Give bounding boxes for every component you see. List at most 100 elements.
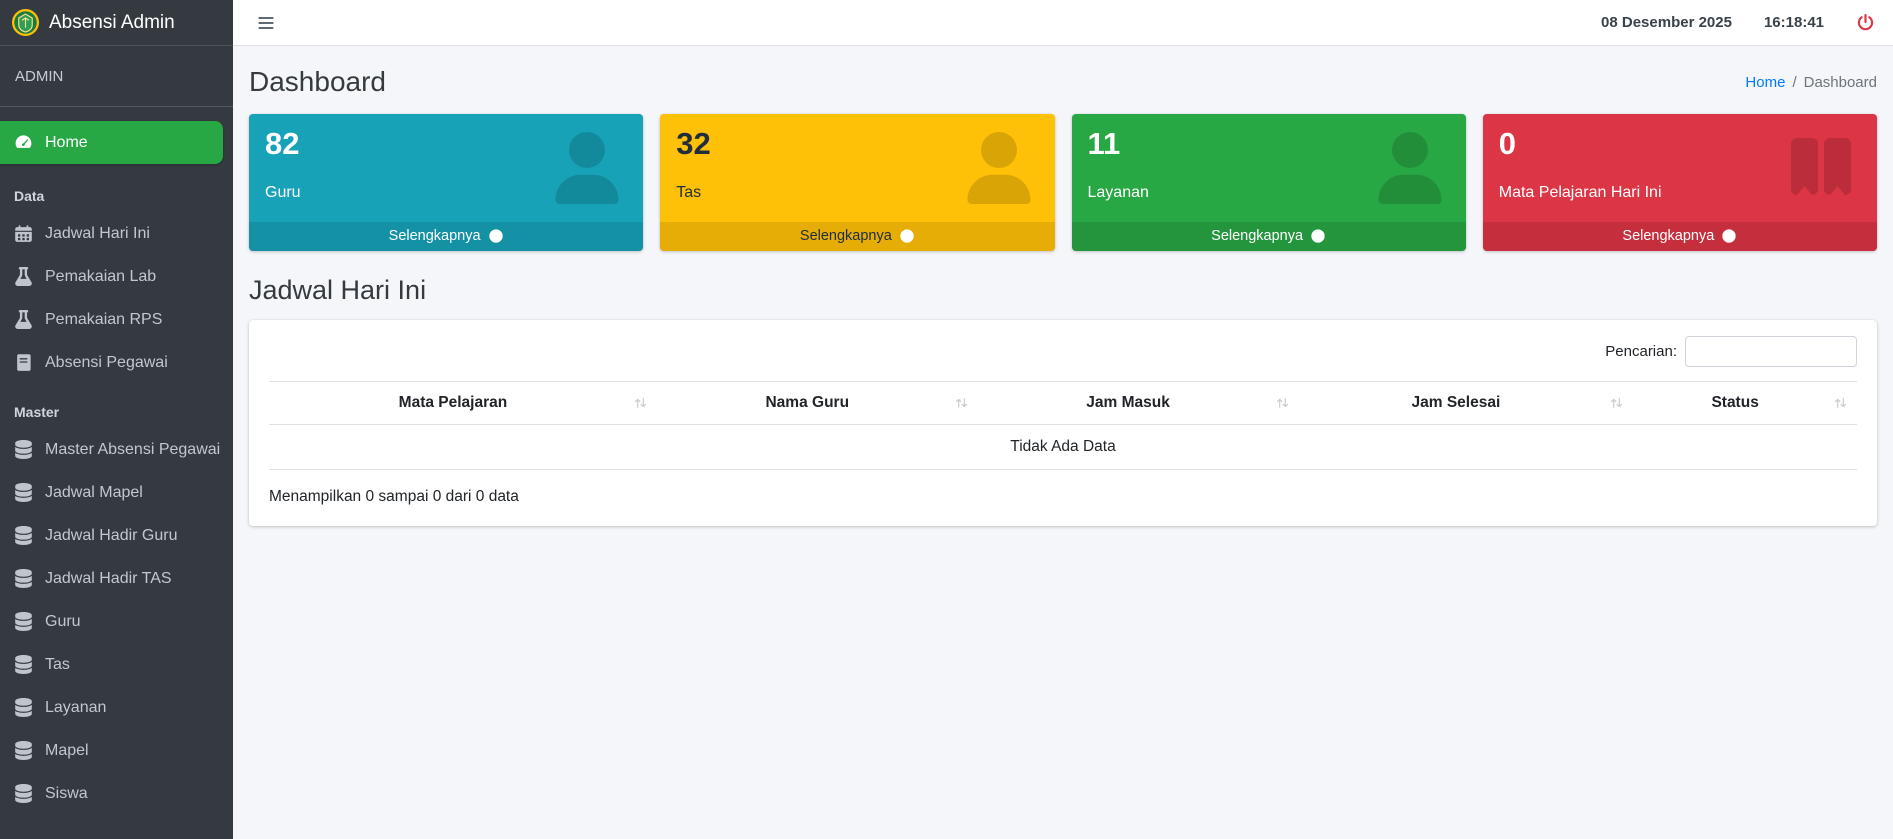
nav-section-master: Master [0,384,233,428]
breadcrumb-separator: / [1792,74,1796,91]
sort-icon [1608,394,1625,411]
sidebar-item-jadwal-mapel[interactable]: Jadwal Mapel [0,471,233,514]
more-link-tas[interactable]: Selengkapnya [660,222,1054,251]
sidebar-item-tas[interactable]: Tas [0,643,233,686]
user-icon [963,132,1035,204]
topbar-right: 08 Desember 2025 16:18:41 [1601,13,1875,32]
database-icon [14,698,33,717]
more-link-guru[interactable]: Selengkapnya [249,222,643,251]
sidebar-item-mapel[interactable]: Mapel [0,729,233,772]
sidebar-item-label: Layanan [45,699,106,717]
app-logo-icon [12,9,39,36]
current-date: 08 Desember 2025 [1601,14,1732,31]
page-title: Dashboard [249,66,386,98]
sidebar-nav: Home Data Jadwal Hari Ini Pemakaian Lab … [0,107,233,839]
sidebar-item-jadwal-hari-ini[interactable]: Jadwal Hari Ini [0,212,233,255]
current-time: 16:18:41 [1764,14,1824,31]
nav-section-data: Data [0,168,233,212]
table-info-text: Menampilkan 0 sampai 0 dari 0 data [269,488,1857,506]
sort-icon [1274,394,1291,411]
column-header-status[interactable]: Status [1633,381,1857,424]
sidebar-item-label: Absensi Pegawai [45,354,168,372]
column-header-mata-pelajaran[interactable]: Mata Pelajaran [269,381,657,424]
schedule-section-title: Jadwal Hari Ini [249,275,1877,306]
sidebar-item-label: Tas [45,656,70,674]
column-header-nama-guru[interactable]: Nama Guru [657,381,978,424]
stat-card-guru: 82 Guru Selengkapnya [249,114,643,251]
sidebar-item-label: Jadwal Hadir Guru [45,527,178,545]
schedule-table: Mata Pelajaran Nama Guru Jam Masuk [269,381,1857,470]
sort-icon [632,394,649,411]
database-icon [14,784,33,803]
stat-card-mata-pelajaran: 0 Mata Pelajaran Hari Ini Selengkapnya [1483,114,1877,251]
sidebar-item-layanan[interactable]: Layanan [0,686,233,729]
database-icon [14,526,33,545]
sidebar-item-jadwal-hadir-tas[interactable]: Jadwal Hadir TAS [0,557,233,600]
sidebar-item-siswa[interactable]: Siswa [0,772,233,815]
sidebar-item-label: Home [45,134,88,152]
sidebar-item-absensi-pegawai[interactable]: Absensi Pegawai [0,341,233,384]
sidebar-item-label: Jadwal Hari Ini [45,225,150,243]
search-label: Pencarian: [1605,343,1677,360]
calendar-icon [14,224,33,243]
sidebar-item-home[interactable]: Home [0,121,223,164]
user-icon [551,132,623,204]
database-icon [14,741,33,760]
main-wrapper: 08 Desember 2025 16:18:41 Dashboard Home… [233,0,1893,839]
more-link-layanan[interactable]: Selengkapnya [1072,222,1466,251]
schedule-panel: Pencarian: Mata Pelajaran Nama Guru [249,320,1877,526]
sidebar-item-jadwal-hadir-guru[interactable]: Jadwal Hadir Guru [0,514,233,557]
sidebar-item-master-absensi-pegawai[interactable]: Master Absensi Pegawai [0,428,233,471]
sidebar: Absensi Admin ADMIN Home Data Jadwal Har… [0,0,233,839]
column-header-jam-masuk[interactable]: Jam Masuk [978,381,1299,424]
sidebar-toggle-icon[interactable] [255,14,277,32]
sidebar-item-label: Siswa [45,785,88,803]
database-icon [14,612,33,631]
search-row: Pencarian: [269,336,1857,367]
breadcrumb-current: Dashboard [1804,74,1877,91]
sidebar-item-pemakaian-lab[interactable]: Pemakaian Lab [0,255,233,298]
user-icon [1374,132,1446,204]
stat-card-tas: 32 Tas Selengkapnya [660,114,1054,251]
database-icon [14,655,33,674]
stat-cards-row: 82 Guru Selengkapnya 32 Tas Selengkapnya [249,114,1877,251]
sidebar-item-pemakaian-rps[interactable]: Pemakaian RPS [0,298,233,341]
flask-icon [14,267,33,286]
search-input[interactable] [1685,336,1857,367]
content-area: Dashboard Home / Dashboard 82 Guru Selen… [233,46,1893,839]
empty-row: Tidak Ada Data [269,424,1857,469]
tachometer-icon [14,133,33,152]
arrow-circle-right-icon [1310,228,1326,244]
table-header-row: Mata Pelajaran Nama Guru Jam Masuk [269,381,1857,424]
sidebar-item-label: Jadwal Hadir TAS [45,570,172,588]
sidebar-item-label: Master Absensi Pegawai [45,441,220,459]
column-header-jam-selesai[interactable]: Jam Selesai [1299,381,1634,424]
sort-icon [1832,394,1849,411]
flask-icon [14,310,33,329]
database-icon [14,483,33,502]
sidebar-item-label: Pemakaian RPS [45,311,162,329]
database-icon [14,440,33,459]
user-panel: ADMIN [0,46,233,107]
logout-power-icon[interactable] [1856,13,1875,32]
stat-card-layanan: 11 Layanan Selengkapnya [1072,114,1466,251]
sort-icon [953,394,970,411]
sidebar-item-label: Mapel [45,742,89,760]
top-navbar: 08 Desember 2025 16:18:41 [233,0,1893,46]
journal-icon [14,353,33,372]
arrow-circle-right-icon [1721,228,1737,244]
more-link-mata-pelajaran[interactable]: Selengkapnya [1483,222,1877,251]
arrow-circle-right-icon [488,228,504,244]
sidebar-item-label: Pemakaian Lab [45,268,156,286]
sidebar-item-label: Guru [45,613,81,631]
breadcrumb-home-link[interactable]: Home [1745,74,1785,91]
brand[interactable]: Absensi Admin [0,0,233,46]
sidebar-item-guru[interactable]: Guru [0,600,233,643]
user-role-label: ADMIN [15,68,63,85]
brand-title: Absensi Admin [49,12,175,34]
page-header: Dashboard Home / Dashboard [249,66,1877,98]
breadcrumb: Home / Dashboard [1745,74,1877,91]
empty-message: Tidak Ada Data [269,424,1857,469]
database-icon [14,569,33,588]
sidebar-item-label: Jadwal Mapel [45,484,143,502]
